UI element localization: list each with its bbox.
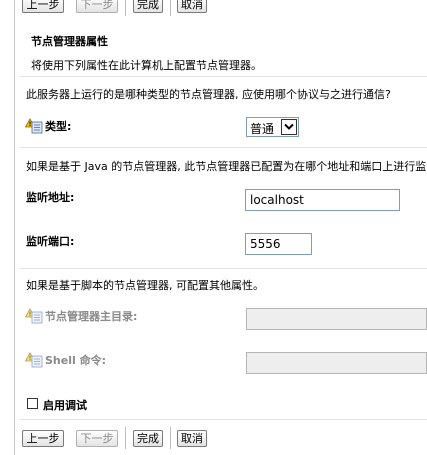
finish-button-top[interactable]: 完成: [133, 0, 163, 13]
script-prompt: 如果是基于脚本的节点管理器, 可配置其他属性。: [26, 279, 264, 292]
debug-checkbox[interactable]: [27, 398, 38, 409]
divider: [20, 76, 427, 77]
type-select[interactable]: 普通: [246, 117, 299, 137]
type-label: 类型:: [45, 120, 72, 133]
back-button[interactable]: 上一步: [22, 430, 64, 447]
listen-port-input[interactable]: 5556: [245, 233, 312, 255]
java-prompt: 如果是基于 Java 的节点管理器, 此节点管理器已配置为在哪个地址和端口上进行…: [26, 160, 427, 173]
change-warning-icon: [24, 352, 43, 368]
home-dir-input[interactable]: [246, 308, 427, 330]
shell-command-input[interactable]: [246, 352, 427, 374]
toolbar-separator: [125, 0, 126, 16]
type-select-value: 普通: [250, 122, 275, 136]
back-button-top[interactable]: 上一步: [22, 0, 64, 13]
divider: [20, 419, 427, 420]
home-dir-label: 节点管理器主目录:: [45, 310, 138, 323]
divider: [20, 268, 427, 269]
listen-address-label: 监听地址:: [26, 191, 75, 204]
toolbar-separator: [125, 427, 126, 449]
divider: [20, 147, 427, 148]
cancel-button-top[interactable]: 取消: [177, 0, 207, 13]
listen-port-label: 监听端口:: [26, 235, 75, 248]
debug-label[interactable]: 启用调试: [43, 397, 87, 413]
cancel-button[interactable]: 取消: [177, 430, 207, 447]
listen-address-input[interactable]: localhost: [245, 189, 400, 211]
finish-button[interactable]: 完成: [133, 430, 163, 447]
shell-command-label: Shell 命令:: [45, 354, 106, 367]
change-warning-icon: [24, 118, 43, 134]
left-border: [14, 0, 15, 455]
type-prompt: 此服务器上运行的是哪种类型的节点管理器, 应使用哪个协议与之进行通信?: [26, 88, 391, 101]
toolbar-separator: [170, 0, 171, 16]
toolbar-separator: [170, 427, 171, 449]
change-warning-icon: [24, 308, 43, 324]
next-button-top[interactable]: 下一步: [76, 0, 118, 13]
section-title: 节点管理器属性: [31, 35, 108, 48]
section-description: 将使用下列属性在此计算机上配置节点管理器。: [31, 59, 262, 72]
next-button[interactable]: 下一步: [76, 430, 118, 447]
chevron-down-icon[interactable]: [281, 119, 297, 135]
